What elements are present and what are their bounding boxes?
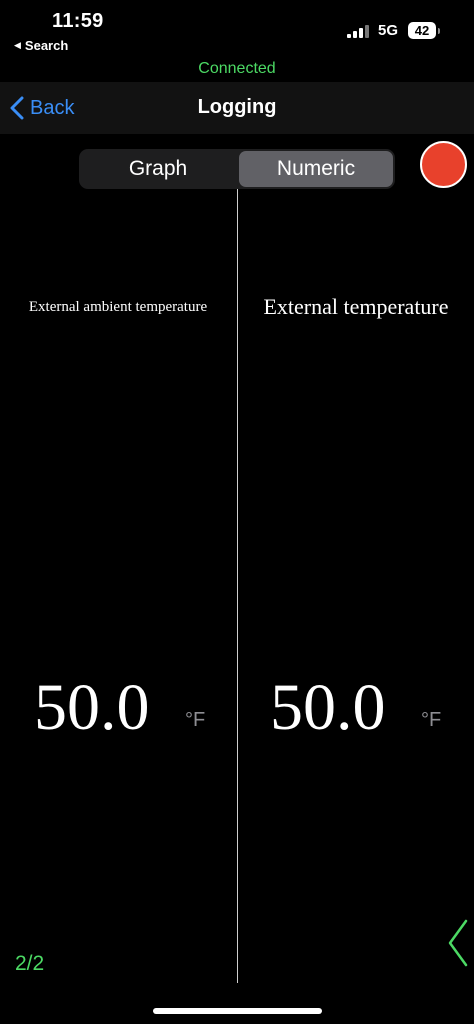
sensor-label-left: External ambient temperature (28, 299, 208, 315)
view-mode-switch: Graph Numeric (79, 149, 395, 189)
sensor-value-right: 50.0 (270, 671, 386, 744)
page-indicator: 2/2 (15, 952, 45, 975)
nav-bar: Back Logging (0, 82, 474, 134)
back-triangle-icon: ◀ (14, 40, 21, 50)
chevron-left-icon[interactable] (446, 918, 470, 968)
page-title: Logging (197, 96, 277, 118)
sensor-unit-right: °F (421, 709, 442, 731)
sensor-label-right: External temperature (263, 294, 449, 319)
network-type: 5G (378, 22, 399, 39)
signal-icon (347, 25, 369, 38)
status-back-label: Search (24, 38, 69, 53)
tab-numeric[interactable]: Numeric (239, 151, 393, 187)
battery-tip (438, 28, 440, 34)
sensor-unit-left: °F (185, 709, 206, 731)
connection-status: Connected (198, 60, 276, 77)
home-indicator[interactable] (153, 1008, 322, 1014)
battery-icon: 42 (408, 22, 436, 39)
record-button[interactable] (420, 141, 467, 188)
status-bar: 11:59 ◀ Search 5G 42 (0, 0, 474, 60)
sensor-value-left: 50.0 (34, 671, 150, 744)
status-time: 11:59 (52, 10, 104, 32)
tab-graph[interactable]: Graph (81, 151, 235, 187)
status-back-to-app[interactable]: ◀ Search (14, 38, 68, 53)
